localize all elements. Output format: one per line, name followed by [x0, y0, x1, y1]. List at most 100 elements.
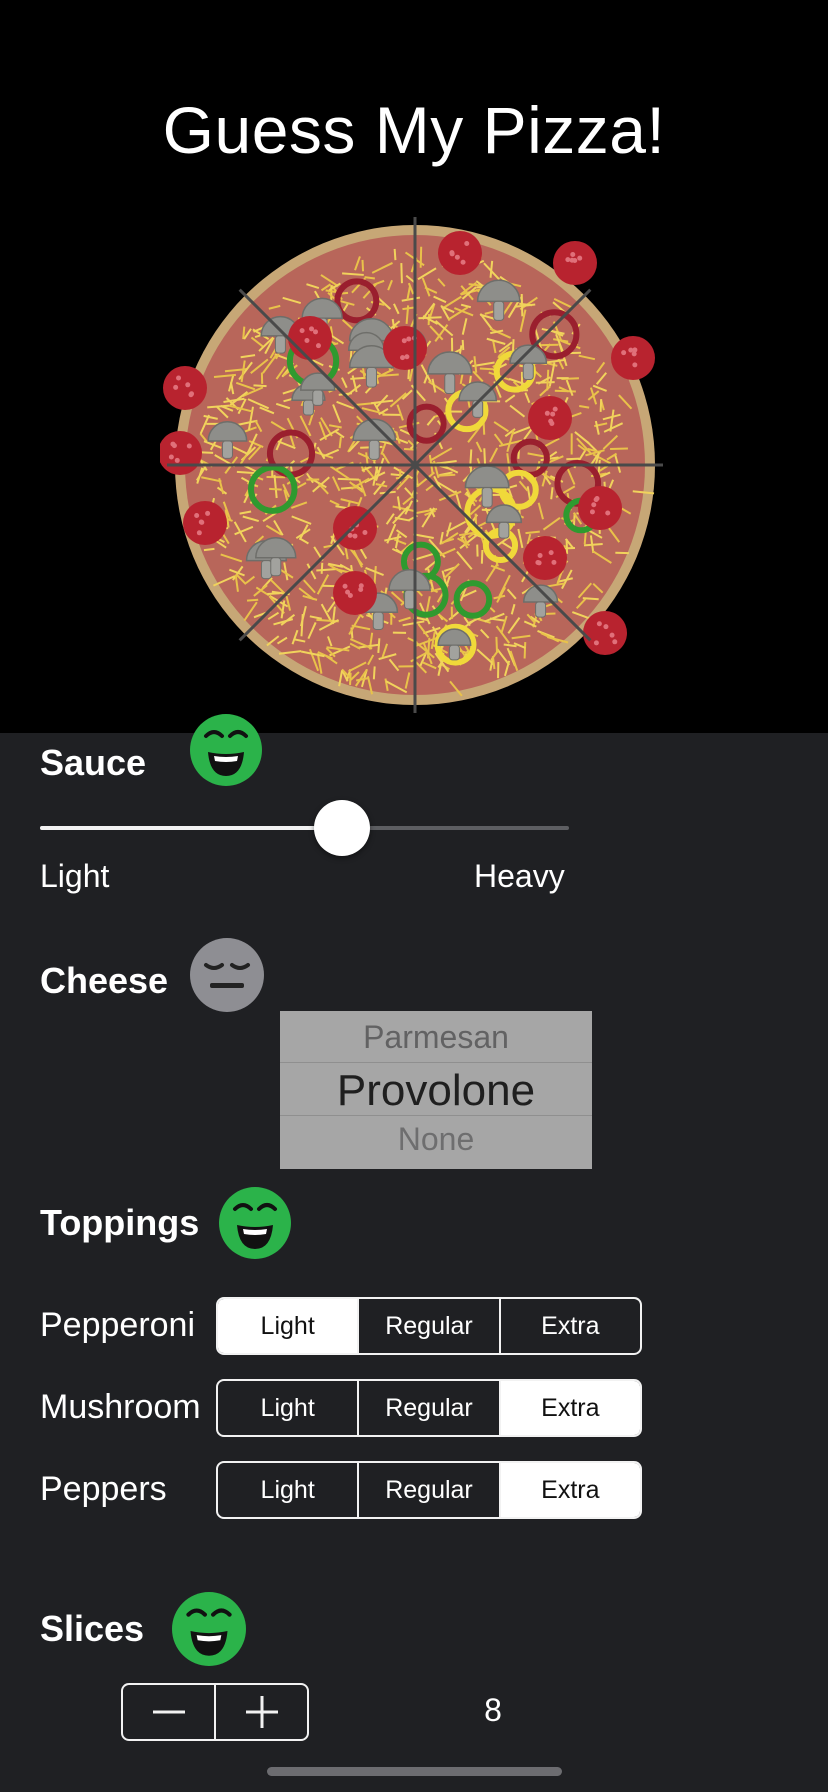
segment-regular[interactable]: Regular: [359, 1463, 501, 1517]
pepperoni-slice: [578, 486, 622, 530]
pepperoni-spot: [544, 410, 550, 416]
pepperoni-slice: [583, 611, 627, 655]
pepperoni-spot: [185, 382, 191, 388]
pepperoni-slice: [158, 431, 202, 475]
pepperoni-spot: [188, 392, 194, 398]
topping-label-peppers: Peppers: [40, 1470, 167, 1508]
mushroom-stem: [404, 589, 416, 610]
minus-icon: [152, 1710, 185, 1714]
pepperoni-spot: [406, 336, 412, 342]
pepperoni-spot: [609, 632, 615, 638]
pepperoni-spot: [313, 329, 319, 335]
segment-extra[interactable]: Extra: [500, 1381, 640, 1435]
mushroom-stem: [260, 560, 272, 580]
pepperoni-spot: [537, 552, 543, 558]
pepperoni-spot: [565, 257, 571, 263]
pepperoni-spot: [401, 338, 407, 344]
mushroom-stem: [493, 300, 505, 321]
page-title: Guess My Pizza!: [162, 93, 666, 167]
slices-stepper[interactable]: [121, 1683, 309, 1741]
pepperoni-spot: [299, 328, 305, 334]
pepperoni-spot: [596, 621, 602, 627]
pepperoni-spot: [454, 254, 460, 260]
pizza-image: [158, 208, 670, 718]
pepperoni-slice: [523, 536, 567, 580]
pepperoni-spot: [550, 411, 556, 417]
slices-count: 8: [484, 1692, 502, 1728]
mushroom-stem: [535, 601, 547, 618]
pizza-icon: [158, 217, 663, 713]
pepperoni-spot: [404, 354, 410, 360]
mushroom-stem: [448, 644, 460, 661]
pepperoni-amount-segmented-control[interactable]: Light Regular Extra: [216, 1297, 642, 1355]
mushroom-stem: [498, 521, 510, 539]
decrement-button[interactable]: [123, 1685, 216, 1739]
pepperoni-spot: [591, 502, 597, 508]
pepperoni-spot: [632, 347, 638, 353]
pepperoni-spot: [593, 640, 599, 646]
mushroom-stem: [312, 389, 324, 406]
slices-title: Slices: [40, 1608, 145, 1649]
pepperoni-spot: [577, 255, 583, 261]
peppers-amount-segmented-control[interactable]: Light Regular Extra: [216, 1461, 642, 1519]
pepperoni-spot: [362, 529, 368, 535]
mushroom-stem: [481, 487, 493, 508]
segment-regular[interactable]: Regular: [359, 1299, 501, 1353]
pepperoni-slice: [333, 506, 377, 550]
pepperoni-slice: [611, 336, 655, 380]
picker-selection-top-line: [280, 1062, 592, 1063]
pepperoni-spot: [605, 510, 611, 516]
pepperoni-slice: [553, 241, 597, 285]
sauce-title: Sauce: [40, 742, 147, 783]
pepperoni-spot: [194, 512, 200, 518]
home-indicator: [267, 1767, 562, 1776]
picker-option-selected[interactable]: Provolone: [280, 1066, 592, 1116]
mushroom-amount-segmented-control[interactable]: Light Regular Extra: [216, 1379, 642, 1437]
segment-light[interactable]: Light: [218, 1381, 360, 1435]
picker-option-above[interactable]: Parmesan: [280, 1019, 592, 1056]
pepperoni-spot: [168, 454, 174, 460]
pepperoni-spot: [552, 406, 558, 412]
pepperoni-spot: [345, 589, 351, 595]
mushroom-stem: [302, 399, 314, 416]
pepperoni-spot: [621, 350, 627, 356]
pepperoni-slice: [383, 326, 427, 370]
pepperoni-spot: [304, 338, 310, 344]
pepperoni-spot: [205, 510, 211, 516]
pepperoni-slice: [163, 366, 207, 410]
cheese-picker[interactable]: Parmesan Provolone None: [280, 1011, 592, 1169]
cheese-feedback-neutral-face-icon: [190, 938, 264, 1017]
picker-selection-bottom-line: [280, 1115, 592, 1116]
toppings-title: Toppings: [40, 1202, 200, 1243]
picker-option-below[interactable]: None: [280, 1121, 592, 1158]
segment-regular[interactable]: Regular: [359, 1381, 501, 1435]
pepperoni-spot: [594, 495, 600, 501]
pepperoni-spot: [358, 586, 364, 592]
mushroom-stem: [372, 611, 384, 630]
pepperoni-spot: [589, 509, 595, 515]
pepperoni-spot: [548, 550, 554, 556]
topping-label-mushroom: Mushroom: [40, 1388, 201, 1426]
segment-extra[interactable]: Extra: [500, 1463, 640, 1517]
pepperoni-slice: [288, 316, 332, 360]
segment-extra[interactable]: Extra: [501, 1299, 640, 1353]
sauce-min-label: Light: [40, 858, 110, 894]
increment-button[interactable]: [216, 1685, 307, 1739]
mushroom-stem: [522, 362, 534, 381]
pepperoni-spot: [535, 560, 541, 566]
mushroom-stem: [221, 440, 233, 459]
sauce-feedback-happy-face-icon: [190, 714, 262, 791]
segment-light[interactable]: Light: [218, 1299, 360, 1353]
sauce-slider-thumb[interactable]: [313, 800, 370, 856]
pepperoni-spot: [309, 326, 315, 332]
mushroom-stem: [274, 335, 286, 354]
mushroom-stem: [270, 557, 282, 577]
cheese-title: Cheese: [40, 960, 169, 1001]
pepperoni-spot: [551, 559, 557, 565]
pepperoni-spot: [570, 252, 576, 258]
header: Guess My Pizza!: [0, 0, 828, 733]
segment-light[interactable]: Light: [218, 1463, 360, 1517]
slices-feedback-happy-face-icon: [172, 1592, 246, 1671]
pepperoni-slice: [183, 501, 227, 545]
toppings-feedback-happy-face-icon: [219, 1187, 291, 1264]
